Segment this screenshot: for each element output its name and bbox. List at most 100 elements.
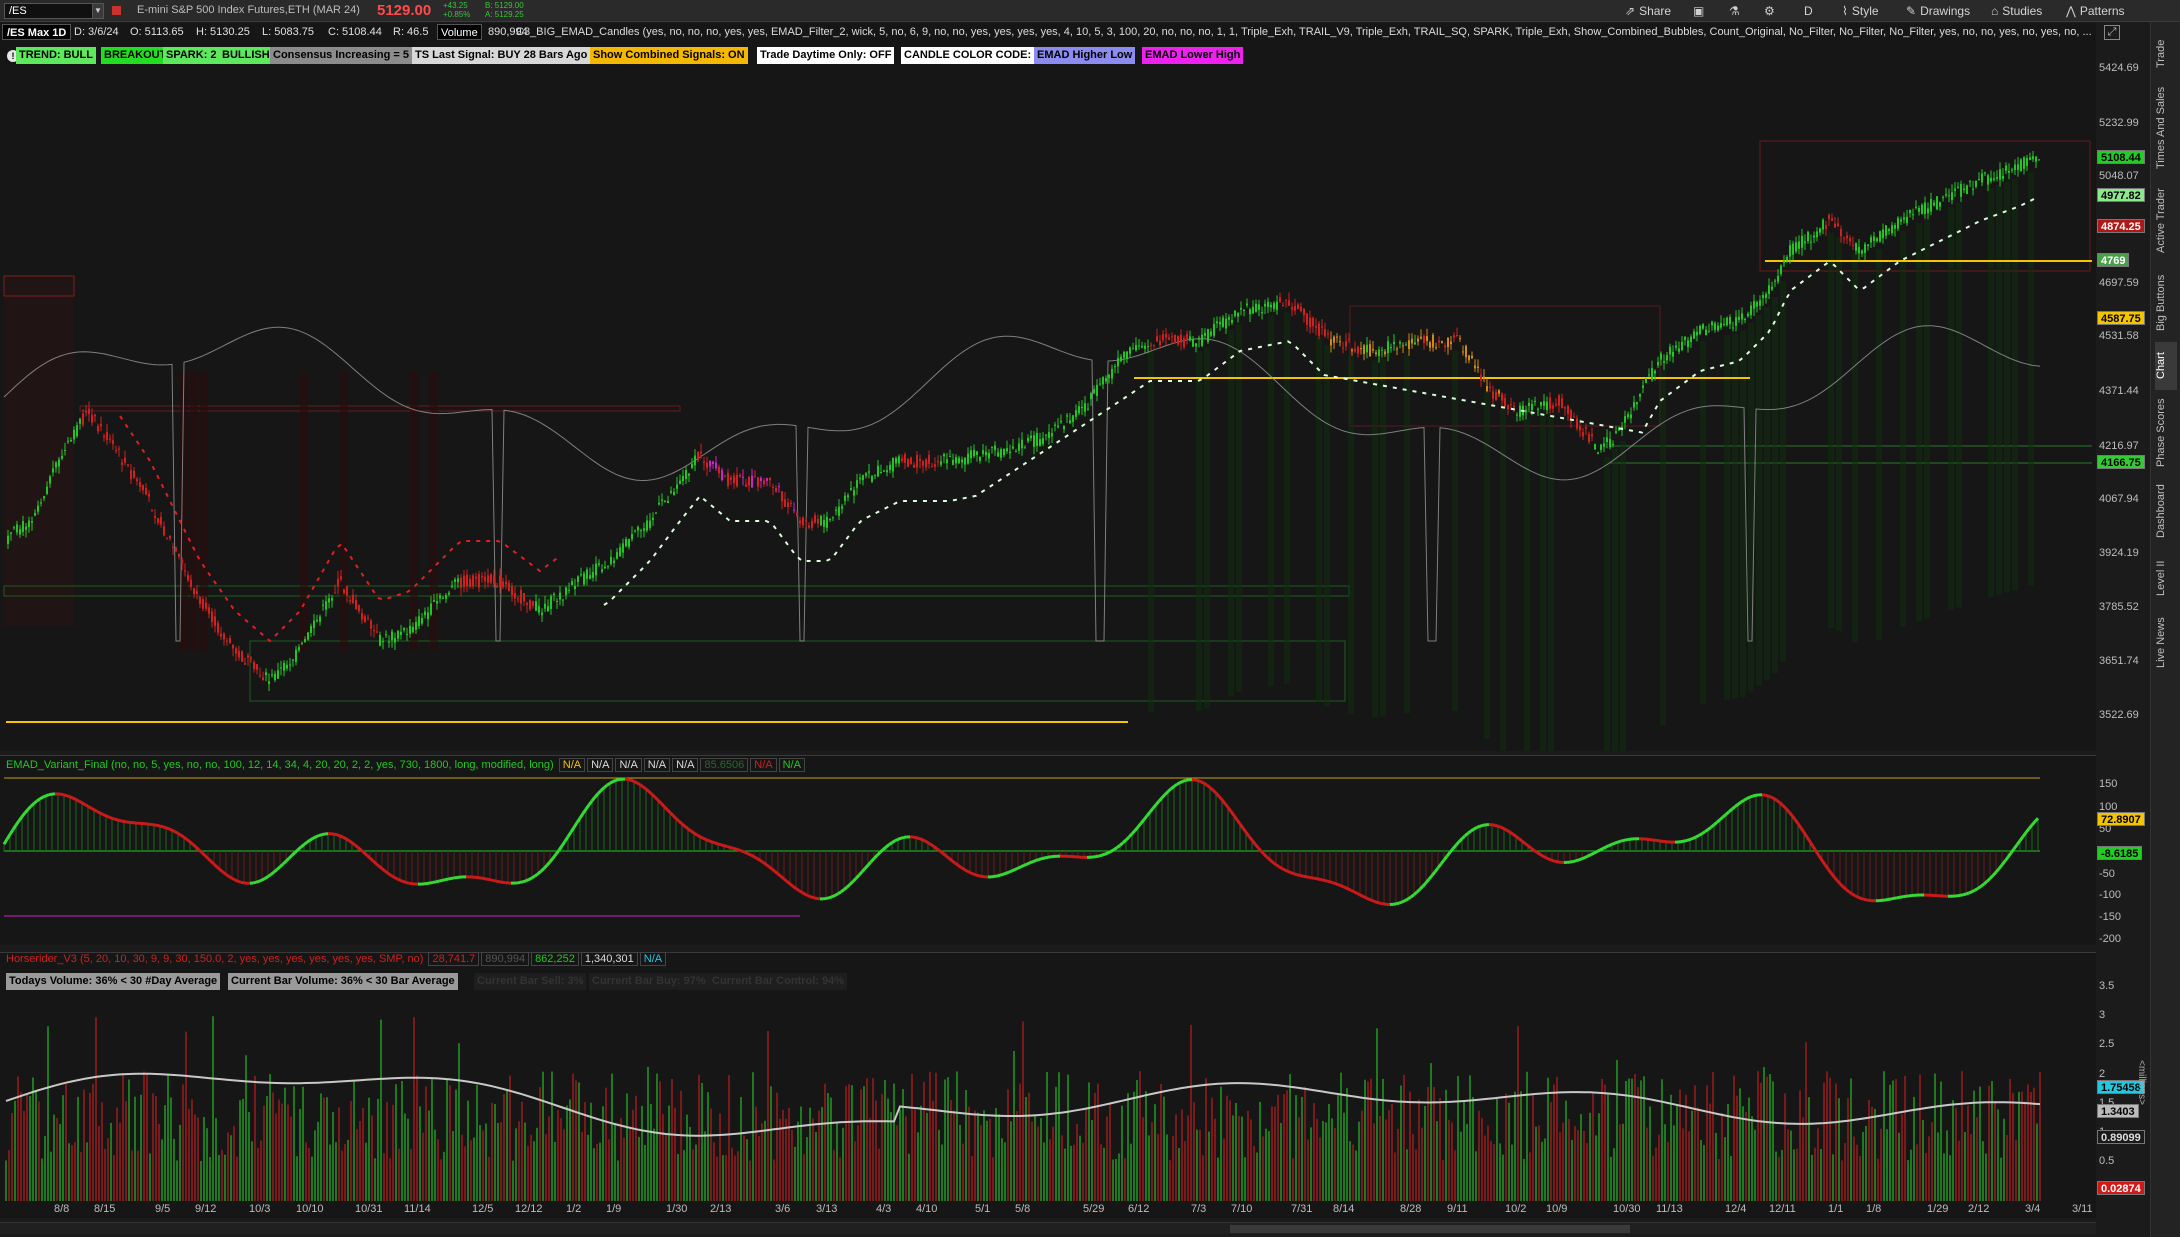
candle-body: [1459, 338, 1461, 340]
oscillator-line: [315, 834, 320, 839]
symbol-input[interactable]: /ES: [4, 3, 104, 19]
trend-shade: [1380, 359, 1386, 717]
candle-body: [1378, 349, 1380, 356]
share-button[interactable]: ⇗ Share: [1625, 3, 1671, 19]
trend-shade: [340, 371, 348, 651]
candle-body: [400, 631, 402, 636]
oscillator-line: [960, 866, 965, 871]
candle-body: [940, 461, 942, 465]
price-pane[interactable]: [0, 41, 2096, 751]
oscillator-line: [1101, 852, 1106, 857]
scrollbar-thumb[interactable]: [1230, 1225, 1630, 1233]
oscillator-line: [578, 812, 585, 819]
timeframe-button[interactable]: D: [1804, 3, 1813, 19]
candle-body: [340, 576, 342, 580]
sidebar-tab-big-buttons[interactable]: Big Buttons: [2155, 272, 2177, 334]
candle-body: [1927, 208, 1929, 214]
candle-body: [760, 477, 762, 481]
candle-body: [1681, 341, 1683, 351]
drawings-button[interactable]: ✎ Drawings: [1906, 3, 1970, 19]
oscillator-line: [966, 869, 971, 874]
time-axis-label: 2/13: [710, 1203, 732, 1215]
candle-body: [319, 616, 321, 622]
snapshot-button[interactable]: ▣: [1693, 3, 1704, 19]
volume-value: 862,252: [531, 952, 579, 966]
candle-body: [634, 530, 636, 532]
candle-body: [1759, 300, 1761, 306]
sidebar-tab-active-trader[interactable]: Active Trader: [2155, 180, 2177, 262]
sidebar-tab-level-ii[interactable]: Level II: [2155, 552, 2177, 604]
candle-body: [52, 468, 54, 473]
oscillator-line: [174, 830, 179, 835]
expand-icon[interactable]: ⤢: [2104, 25, 2120, 40]
candle-body: [1111, 368, 1113, 379]
trend-shade: [190, 371, 198, 651]
oscillator-line: [900, 835, 905, 840]
oscillator-line: [1820, 859, 1827, 866]
sidebar-tab-times-and-sales[interactable]: Times And Sales: [2155, 82, 2177, 174]
candle-body: [70, 439, 72, 442]
oscillator-line: [882, 845, 887, 851]
oscillator-line: [1338, 883, 1343, 888]
candle-body: [1594, 444, 1596, 450]
candle-body: [529, 599, 531, 610]
studies-button[interactable]: ⌂ Studies: [1991, 3, 2042, 19]
oscillator-line: [1503, 827, 1508, 832]
candle-body: [394, 637, 396, 643]
sidebar-tab-dashboard[interactable]: Dashboard: [2155, 477, 2177, 545]
oscillator-line: [1479, 823, 1484, 828]
study-parameters[interactable]: C3_BIG_EMAD_Candles (yes, no, no, no, ye…: [516, 26, 2092, 38]
candle-body: [1486, 386, 1488, 392]
candle-body: [1483, 376, 1485, 379]
candle-body: [295, 649, 297, 662]
candle-body: [1390, 347, 1392, 349]
time-axis: 8/8 8/15 9/5 9/12 10/3 10/10 10/31 11/14 12/5 12/…: [0, 1202, 2096, 1218]
candle-body: [1063, 425, 1065, 430]
candle-body: [1102, 377, 1104, 385]
oscillator-line: [1253, 843, 1260, 849]
link-color-square-icon[interactable]: [112, 6, 121, 15]
candle-body: [502, 581, 504, 588]
patterns-button[interactable]: ⋀ Patterns: [2066, 3, 2125, 19]
oscillator-study-name[interactable]: EMAD_Variant_Final (no, no, 5, yes, no, …: [6, 759, 554, 771]
volume-axis-label: 3.5: [2099, 980, 2115, 992]
oscillator-line: [978, 874, 983, 878]
oscillator-line: [2009, 848, 2016, 854]
trend-shade: [1284, 312, 1290, 684]
candle-body: [1195, 343, 1197, 347]
oscillator-line: [96, 810, 101, 815]
sidebar-tab-phase-scores[interactable]: Phase Scores: [2155, 397, 2177, 469]
candle-body: [136, 478, 138, 482]
candle-body: [262, 677, 264, 681]
oscillator-line: [1353, 890, 1358, 895]
candle-body: [1786, 256, 1788, 261]
sidebar-tab-chart[interactable]: Chart: [2155, 342, 2177, 390]
candle-body: [109, 438, 111, 440]
candle-body: [1405, 344, 1407, 346]
oscillator-line: [339, 834, 344, 839]
candle-body: [160, 516, 162, 525]
oscillator-line: [1404, 897, 1409, 902]
oscillator-line: [432, 880, 437, 884]
volume-study-name[interactable]: Horserider_V3 (5, 20, 10, 30, 9, 9, 30, …: [6, 953, 423, 965]
patterns-label: Patterns: [2079, 4, 2125, 18]
oscillator-line: [105, 814, 110, 819]
sidebar-tab-live-news[interactable]: Live News: [2155, 612, 2177, 674]
chart-title[interactable]: /ES Max 1D: [2, 24, 72, 40]
settings-button[interactable]: ⚙: [1764, 3, 1775, 19]
oscillator-line: [936, 847, 941, 853]
oscillator-line: [1578, 857, 1583, 862]
candle-body: [1951, 192, 1953, 201]
flask-button[interactable]: ⚗: [1729, 3, 1740, 19]
emad-oscillator-pane[interactable]: [0, 755, 2096, 945]
candle-body: [1768, 285, 1770, 294]
price-chart-canvas: [3, 140, 2092, 751]
oscillator-line: [1590, 851, 1595, 856]
oscillator-line: [1781, 804, 1788, 810]
horizontal-scrollbar[interactable]: [0, 1222, 2096, 1234]
style-button[interactable]: ⌇ Style: [1842, 3, 1879, 19]
symbol-dropdown-button[interactable]: ▼: [92, 3, 104, 19]
sidebar-tab-trade[interactable]: Trade: [2155, 30, 2177, 78]
candle-body: [697, 452, 699, 461]
candle-body: [574, 585, 576, 590]
